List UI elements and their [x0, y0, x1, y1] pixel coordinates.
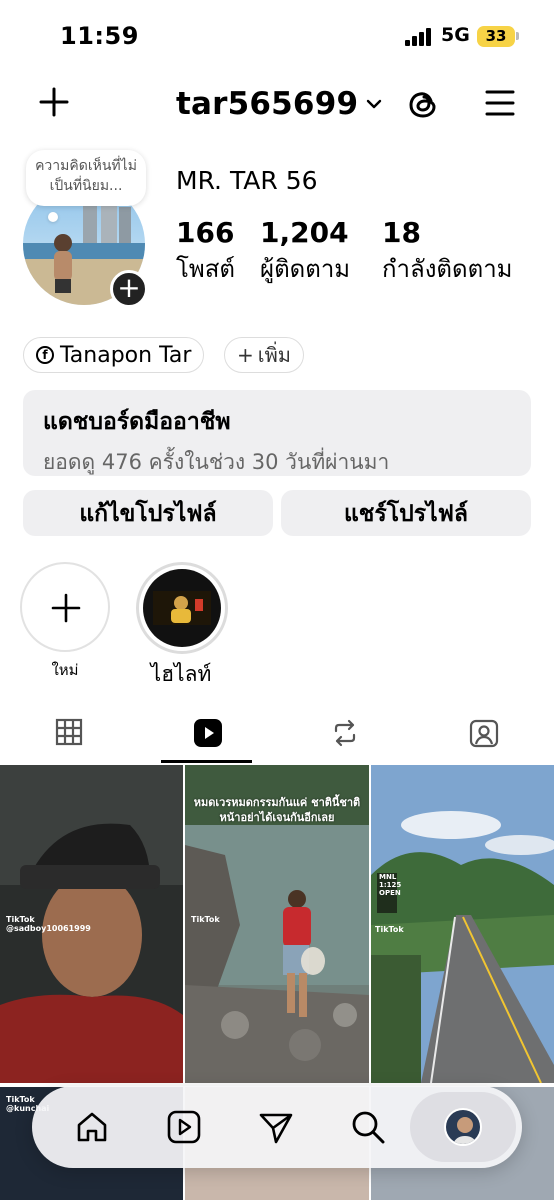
sign-open: OPEN: [379, 889, 401, 897]
stat-posts-label: โพสต์: [176, 255, 235, 283]
display-name: MR. TAR 56: [176, 166, 318, 195]
battery-icon: 33: [477, 26, 515, 47]
new-highlight-button[interactable]: [20, 562, 110, 652]
bottom-nav-bar: [32, 1086, 522, 1168]
tab-reposts[interactable]: [298, 710, 390, 764]
tiktok-handle: @sadboy10061999: [6, 924, 91, 933]
add-link-chip[interactable]: + เพิ่ม: [224, 337, 304, 373]
grid-icon: [55, 718, 83, 746]
tab-grid[interactable]: [23, 710, 115, 764]
note-bubble[interactable]: ความคิดเห็นที่ไม่เป็นที่นิยม...: [26, 150, 146, 206]
add-link-label: เพิ่ม: [257, 343, 291, 367]
dashboard-title: แดชบอร์ดมืออาชีพ: [43, 409, 231, 435]
reposts-icon: [334, 719, 356, 747]
highlight-item[interactable]: [136, 562, 228, 654]
stat-followers-value: 1,204: [260, 216, 349, 249]
status-bar: 11:59 5G 33: [0, 0, 554, 70]
threads-icon[interactable]: [405, 86, 441, 122]
add-story-button[interactable]: +: [110, 270, 148, 308]
tiktok-watermark: TikTok @sadboy10061999: [6, 915, 91, 933]
profile-header: tar565699: [0, 78, 554, 130]
network-type: 5G: [441, 24, 470, 46]
stat-followers[interactable]: 1,204 ผู้ติดตาม: [260, 216, 350, 288]
reel-thumbnail[interactable]: หมดเวรหมดกรรมกันแค่ ชาตินี้ชาติหน้าอย่าไ…: [185, 765, 369, 1083]
tiktok-watermark: TikTok: [191, 915, 220, 924]
stat-following-value: 18: [382, 216, 421, 249]
road-sign: MNL 1:125 OPEN: [379, 873, 401, 897]
chevron-down-icon: [367, 99, 382, 109]
stat-following[interactable]: 18 กำลังติดตาม: [382, 216, 513, 288]
highlight-cover: [143, 569, 221, 647]
plus-icon: [51, 593, 81, 623]
highlight-label: ไฮไลท์: [150, 662, 212, 686]
reels-icon[interactable]: [164, 1107, 204, 1147]
edit-profile-button[interactable]: แก้ไขโปรไฟล์: [23, 490, 273, 536]
nav-profile-button[interactable]: [410, 1092, 516, 1162]
dashboard-subtitle: ยอดดู 476 ครั้งในช่วง 30 วันที่ผ่านมา: [43, 450, 390, 474]
stat-posts[interactable]: 166 โพสต์: [176, 216, 235, 288]
account-switcher[interactable]: tar565699: [176, 84, 382, 124]
stat-following-label: กำลังติดตาม: [382, 255, 513, 283]
send-icon[interactable]: [256, 1107, 296, 1147]
stat-followers-label: ผู้ติดตาม: [260, 255, 351, 283]
sign-time: 1:125: [379, 881, 402, 889]
status-time: 11:59: [60, 22, 139, 50]
note-bubble-tail: [48, 212, 58, 222]
reel-thumbnail[interactable]: TikTok @sadboy10061999: [0, 765, 183, 1083]
tab-tagged[interactable]: [437, 710, 529, 764]
username: tar565699: [176, 86, 359, 122]
tiktok-label: TikTok: [6, 915, 35, 924]
signal-icon: [405, 28, 435, 46]
search-icon[interactable]: [348, 1107, 388, 1147]
active-tab-indicator: [161, 760, 252, 763]
tiktok-label: TikTok: [6, 1095, 35, 1104]
tagged-icon: [469, 719, 499, 748]
reels-icon: [194, 719, 222, 747]
reel-caption: หมดเวรหมดกรรมกันแค่ ชาตินี้ชาติหน้าอย่าไ…: [193, 796, 361, 824]
facebook-icon: f: [36, 346, 54, 364]
facebook-link-chip[interactable]: f Tanapon Tar: [23, 337, 205, 373]
professional-dashboard[interactable]: แดชบอร์ดมืออาชีพ ยอดดู 476 ครั้งในช่วง 3…: [23, 390, 531, 476]
content-tabs: [0, 710, 554, 764]
home-icon[interactable]: [72, 1107, 112, 1147]
share-profile-button[interactable]: แชร์โปรไฟล์: [281, 490, 531, 536]
tiktok-watermark: TikTok: [375, 925, 404, 934]
nav-profile-avatar: [444, 1108, 482, 1146]
sign-mnl: MNL: [379, 873, 397, 881]
menu-icon[interactable]: [485, 89, 515, 117]
facebook-link-label: Tanapon Tar: [60, 342, 192, 368]
stat-posts-value: 166: [176, 216, 235, 249]
reel-thumbnail[interactable]: MNL 1:125 OPEN TikTok: [371, 765, 554, 1083]
tab-reels[interactable]: [161, 710, 253, 764]
create-plus-icon[interactable]: [38, 86, 70, 118]
battery-tip: [516, 32, 519, 40]
plus-icon: +: [237, 343, 254, 367]
new-highlight-label: ใหม่: [51, 661, 79, 679]
